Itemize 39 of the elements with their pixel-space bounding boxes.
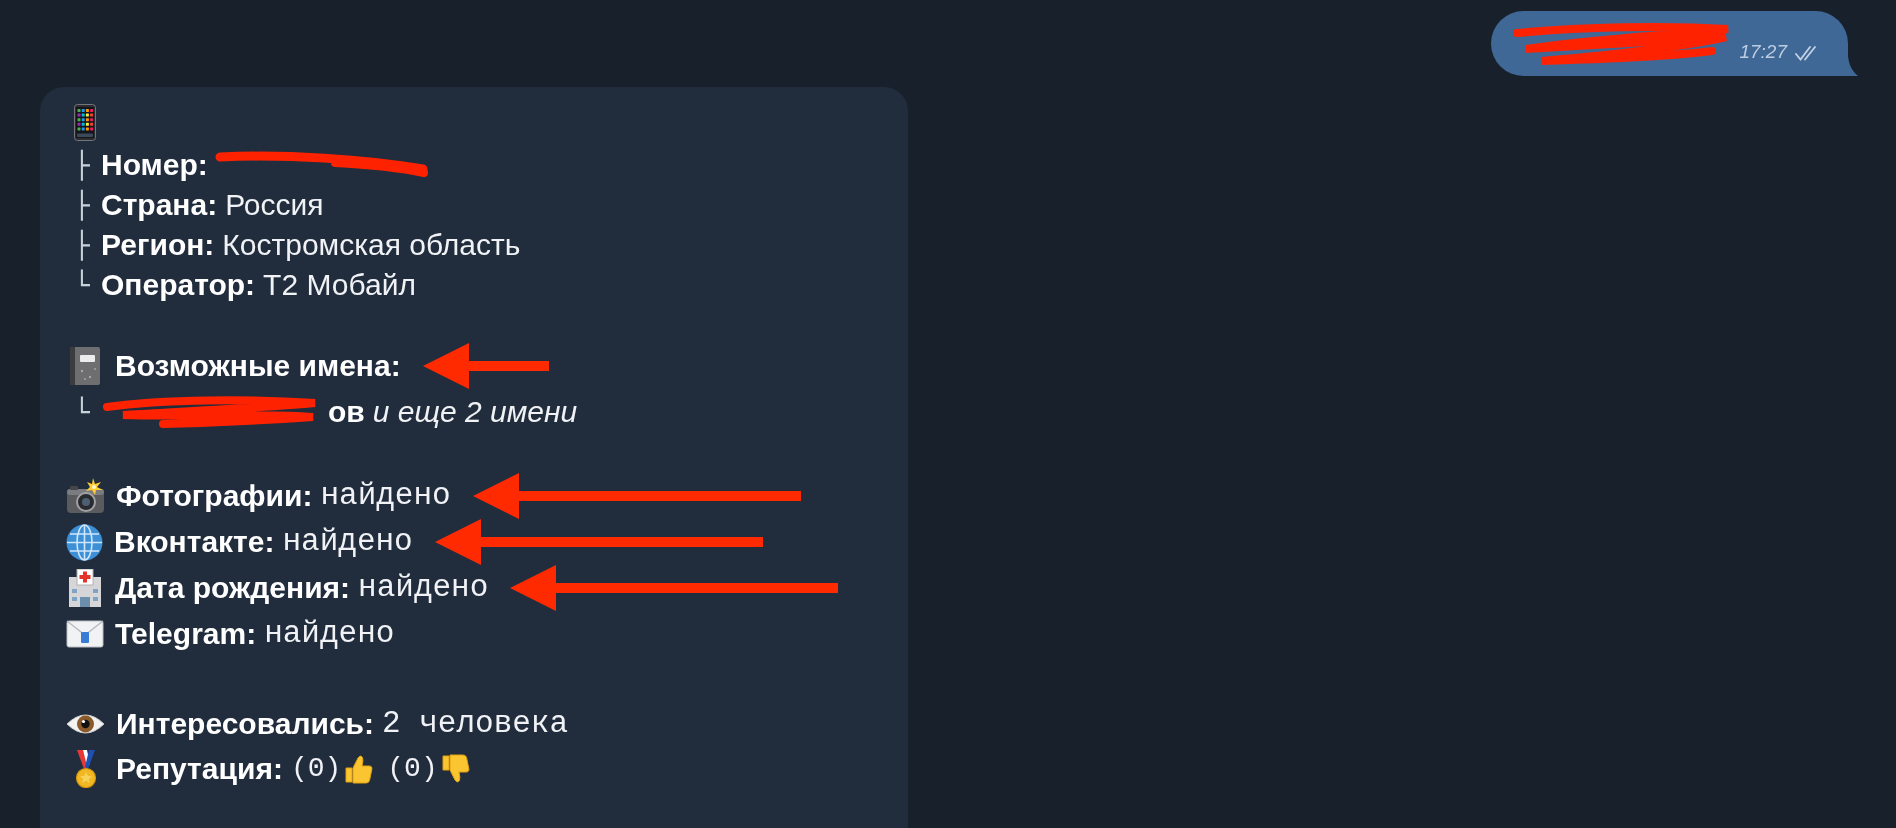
globe-icon — [66, 523, 103, 561]
field-label: Интересовались: — [116, 706, 375, 742]
field-value: Костромская область — [222, 227, 521, 263]
tree-branch: ├ — [74, 228, 91, 263]
field-label: Репутация: — [116, 751, 283, 787]
tree-branch: └ — [74, 395, 91, 429]
thumbs-down-icon — [439, 754, 472, 784]
field-label: Страна: — [101, 187, 218, 223]
camera-flash-icon — [66, 478, 105, 514]
field-value: Т2 Мобайл — [263, 267, 416, 303]
smartphone-icon — [74, 103, 96, 141]
field-value: найдено — [264, 615, 395, 653]
thumbs-up-icon — [343, 754, 376, 784]
name-fragment: ов — [328, 394, 365, 430]
field-value: найдено — [320, 477, 451, 515]
envelope-icon — [66, 620, 104, 648]
field-label: Вконтакте: — [114, 524, 275, 560]
medal-icon — [75, 750, 97, 788]
names-more: и еще 2 имени — [372, 394, 578, 430]
field-label: Номер: — [101, 147, 208, 183]
likes-count: (0) — [290, 752, 342, 786]
views-count: 2 человека — [382, 705, 569, 743]
field-label: Регион: — [101, 227, 215, 263]
field-value: найдено — [282, 523, 413, 561]
tree-branch: ├ — [74, 148, 91, 183]
eye-icon — [66, 711, 105, 737]
field-label: Фотографии: — [116, 478, 313, 514]
notebook-icon — [70, 347, 100, 385]
tree-branch: └ — [74, 268, 91, 302]
field-value: найдено — [358, 569, 489, 607]
field-value: Россия — [225, 187, 324, 223]
section-title: Возможные имена: — [115, 348, 401, 384]
tree-branch: ├ — [74, 188, 91, 223]
field-label: Telegram: — [115, 616, 257, 652]
field-label: Дата рождения: — [115, 570, 351, 606]
dislikes-count: (0) — [387, 752, 438, 786]
message-time: 17:27 — [1739, 41, 1787, 63]
field-label: Оператор: — [101, 267, 256, 303]
hospital-icon — [68, 569, 102, 607]
